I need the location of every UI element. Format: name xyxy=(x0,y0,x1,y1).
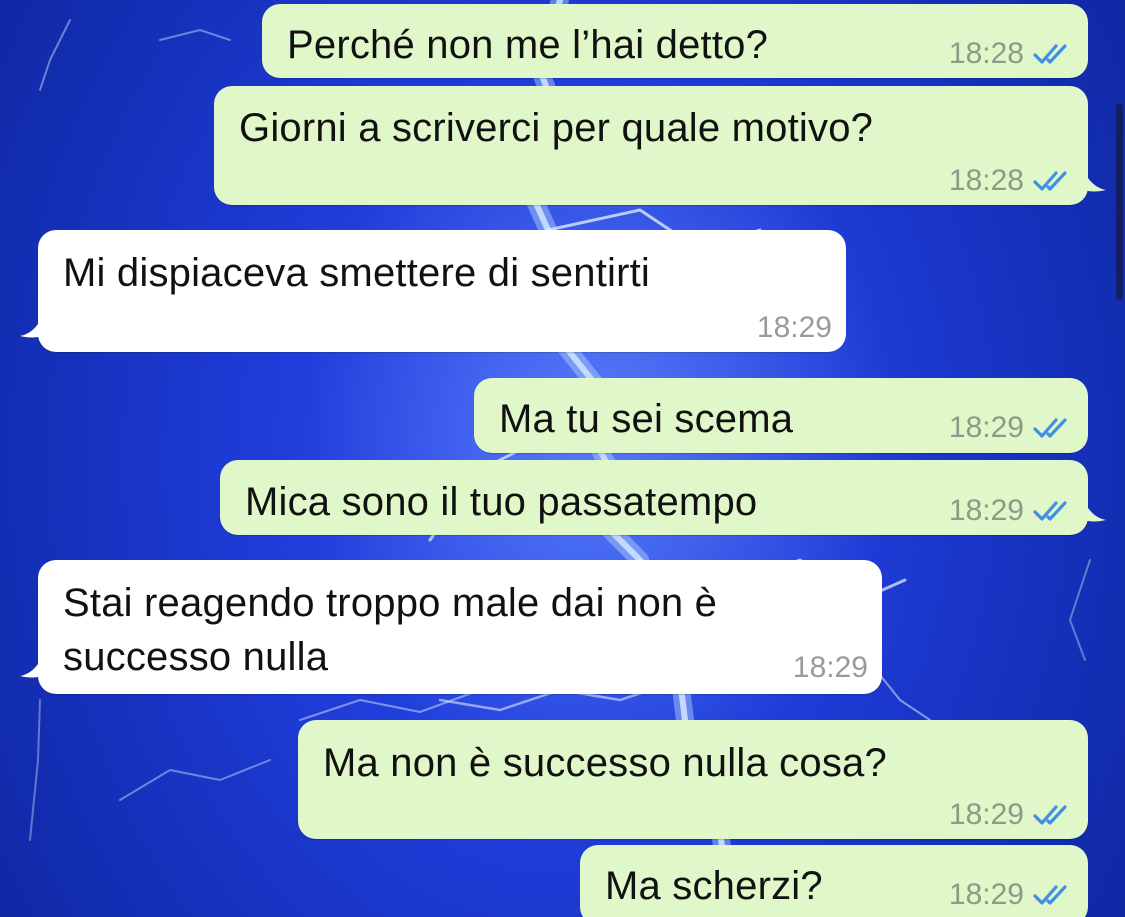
double-check-icon xyxy=(1032,169,1074,193)
message-text: Ma scherzi? xyxy=(605,864,823,908)
double-check-icon xyxy=(1032,499,1074,523)
message-bubble-incoming[interactable]: Stai reagendo troppo male dai non è succ… xyxy=(38,560,882,694)
message-meta: 18:29 xyxy=(793,650,868,686)
double-check-icon xyxy=(1032,803,1074,827)
message-time: 18:28 xyxy=(948,164,1024,197)
message-time: 18:29 xyxy=(756,311,832,344)
message-time: 18:29 xyxy=(948,878,1024,911)
bubble-tail xyxy=(20,658,42,678)
double-check-icon xyxy=(1032,416,1074,440)
message-time: 18:28 xyxy=(948,37,1024,70)
message-meta: 18:29 xyxy=(949,877,1074,913)
message-bubble-incoming[interactable]: Mi dispiaceva smettere di sentirti 18:29 xyxy=(38,230,846,352)
message-text-line-2: successo nulla xyxy=(63,635,329,679)
message-meta: 18:29 xyxy=(949,493,1074,529)
message-bubble-outgoing[interactable]: Ma non è successo nulla cosa? 18:29 xyxy=(298,720,1088,839)
double-check-icon xyxy=(1032,42,1074,66)
scrollbar[interactable] xyxy=(1116,104,1123,300)
message-meta: 18:29 xyxy=(949,410,1074,446)
message-time: 18:29 xyxy=(948,798,1024,831)
message-text: Perché non me l’hai detto? xyxy=(287,23,769,67)
message-bubble-outgoing[interactable]: Perché non me l’hai detto? 18:28 xyxy=(262,4,1088,78)
bubble-tail xyxy=(1084,172,1106,192)
message-bubble-outgoing[interactable]: Ma scherzi? 18:29 xyxy=(580,845,1088,917)
message-meta: 18:28 xyxy=(949,36,1074,72)
message-text: Mica sono il tuo passatempo xyxy=(245,480,758,524)
message-meta: 18:29 xyxy=(949,797,1074,833)
message-text: Ma tu sei scema xyxy=(499,397,794,441)
message-time: 18:29 xyxy=(948,411,1024,444)
message-meta: 18:28 xyxy=(949,163,1074,199)
message-bubble-outgoing[interactable]: Mica sono il tuo passatempo 18:29 xyxy=(220,460,1088,535)
bubble-tail xyxy=(1084,502,1106,522)
message-time: 18:29 xyxy=(792,651,868,684)
message-time: 18:29 xyxy=(948,494,1024,527)
message-text: Giorni a scriverci per quale motivo? xyxy=(239,106,874,150)
message-bubble-outgoing[interactable]: Giorni a scriverci per quale motivo? 18:… xyxy=(214,86,1088,205)
message-text: Ma non è successo nulla cosa? xyxy=(323,741,887,785)
message-text: Mi dispiaceva smettere di sentirti xyxy=(63,251,651,295)
message-bubble-outgoing[interactable]: Ma tu sei scema 18:29 xyxy=(474,378,1088,453)
double-check-icon xyxy=(1032,883,1074,907)
message-text-line-1: Stai reagendo troppo male dai non è xyxy=(63,581,718,625)
message-meta: 18:29 xyxy=(757,310,832,346)
bubble-tail xyxy=(20,318,42,338)
